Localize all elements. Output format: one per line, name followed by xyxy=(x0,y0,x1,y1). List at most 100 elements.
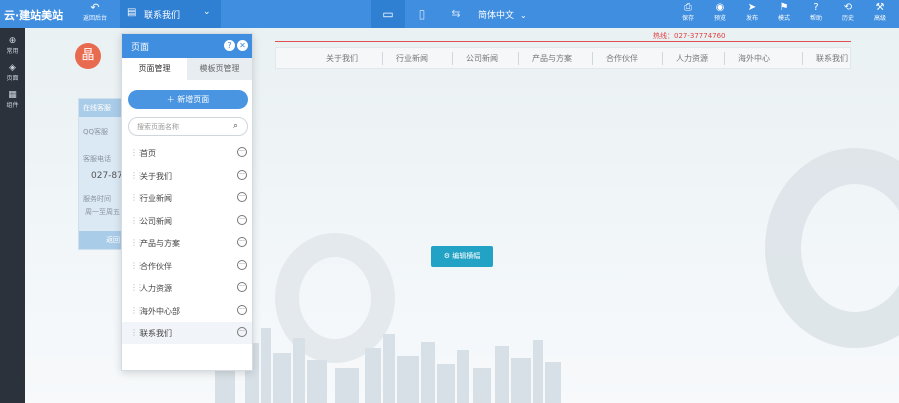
page-list-item[interactable]: ⋮⋮ 关于我们 ··· xyxy=(122,165,252,187)
toolbar-button-label: 模式 xyxy=(777,15,790,22)
toolbar-flag-button[interactable]: ⚑ 模式 xyxy=(768,2,800,26)
nav-separator xyxy=(452,52,453,65)
page-list-item[interactable]: ⋮⋮ 行业新闻 ··· xyxy=(122,187,252,209)
search-icon[interactable]: ⌕ xyxy=(233,121,238,131)
tablet-view-button[interactable]: ▯ xyxy=(405,0,439,28)
add-page-button[interactable]: ＋ 新增页面 xyxy=(128,90,248,109)
toolbar-help-button[interactable]: ? 帮助 xyxy=(800,2,832,26)
page-list-item[interactable]: ⋮⋮ 首页 ··· xyxy=(122,142,252,164)
sync-icon: ⇆ xyxy=(451,7,461,20)
save-icon: ⎙ xyxy=(684,2,692,13)
page-name: 人力资源 xyxy=(140,284,172,293)
more-options-icon[interactable]: ··· xyxy=(237,282,247,292)
left-rail: ⊕ 常用 ◈ 页面 ▦ 组件 xyxy=(0,28,25,403)
toolbar-button-label: 发布 xyxy=(745,15,758,22)
close-icon[interactable]: ✕ xyxy=(237,40,248,51)
toolbar-button-label: 保存 xyxy=(681,15,694,22)
toolbar-button-label: 高级 xyxy=(873,15,886,22)
toolbar-history-button[interactable]: ⟲ 历史 xyxy=(832,2,864,26)
more-options-icon[interactable]: ··· xyxy=(237,259,247,270)
toolbar-button-label: 历史 xyxy=(841,15,854,22)
nav-separator xyxy=(662,52,663,65)
current-page-dropdown[interactable]: ▤ 联系我们 ⌄ xyxy=(120,0,221,28)
qq-service-link[interactable]: QQ客服 xyxy=(83,127,108,137)
nav-separator xyxy=(382,52,383,65)
more-options-icon[interactable]: ··· xyxy=(237,147,247,157)
page-name: 公司新闻 xyxy=(140,216,172,226)
more-options-icon[interactable]: ··· xyxy=(237,169,247,180)
tab-page-management[interactable]: 页面管理 xyxy=(122,58,187,80)
site-navigation: 关于我们 行业新闻 公司新闻 产品与方案 合作伙伴 人力资源 海外中心 联系我们 xyxy=(275,47,851,69)
service-title: 在线客服 xyxy=(83,104,111,112)
page-icon: ▤ xyxy=(127,7,137,18)
send-icon: ➤ xyxy=(747,2,757,13)
site-nav-item[interactable]: 海外中心 xyxy=(738,53,770,64)
help-icon: ? xyxy=(813,2,819,13)
toolbar-hammer-button[interactable]: ⚒ 高级 xyxy=(864,2,896,26)
more-options-icon[interactable]: ··· xyxy=(237,304,247,315)
help-icon[interactable]: ? xyxy=(224,40,235,51)
page-list-item[interactable]: ⋮⋮ 公司新闻 ··· xyxy=(122,210,252,232)
eye-icon: ◉ xyxy=(715,2,725,13)
site-nav-item[interactable]: 公司新闻 xyxy=(466,53,498,64)
rail-item-2[interactable]: ▦ 组件 xyxy=(0,90,25,112)
decorative-letter-e xyxy=(765,148,899,348)
site-nav-item[interactable]: 行业新闻 xyxy=(396,53,428,64)
mobile-sync-button[interactable]: ⇆ xyxy=(439,0,473,28)
history-icon: ⟲ xyxy=(843,2,853,13)
site-nav-item[interactable]: 产品与方案 xyxy=(532,53,572,64)
page-name: 首页 xyxy=(140,149,156,158)
page-search: ⌕ xyxy=(128,117,248,136)
more-options-icon[interactable]: ··· xyxy=(237,327,247,337)
add-page-label: 新增页面 xyxy=(177,95,210,104)
hammer-icon: ⚒ xyxy=(875,2,885,13)
page-list-item[interactable]: ⋮⋮ 联系我们 ··· xyxy=(122,322,252,344)
language-label: 简体中文 xyxy=(478,11,515,21)
brand-logo: 云·建站美站 xyxy=(4,9,64,22)
rail-item-1[interactable]: ◈ 页面 xyxy=(0,63,25,85)
page-list-item[interactable]: ⋮⋮ 产品与方案 ··· xyxy=(122,232,252,254)
toolbar-button-label: 帮助 xyxy=(809,15,822,22)
nav-separator xyxy=(724,52,725,65)
rail-item-label: 页面 xyxy=(6,75,19,82)
page-name: 行业新闻 xyxy=(140,194,172,203)
chevron-down-icon: ⌄ xyxy=(520,11,527,20)
toolbar-send-button[interactable]: ➤ 发布 xyxy=(736,2,768,26)
more-options-icon[interactable]: ··· xyxy=(237,237,247,247)
page-list-item[interactable]: ⋮⋮ 人力资源 ··· xyxy=(122,277,252,299)
plus-circle-icon: ⊕ xyxy=(8,36,17,46)
desktop-view-button[interactable]: ▭ xyxy=(371,0,405,28)
back-to-admin-button[interactable]: ↶ 返回后台 xyxy=(76,2,114,26)
tablet-icon: ▯ xyxy=(418,7,426,21)
edit-banner-button[interactable]: ⚙ 编辑横幅 xyxy=(431,246,493,267)
monitor-icon: ▭ xyxy=(382,7,394,21)
edit-banner-label: 编辑横幅 xyxy=(452,252,481,260)
site-nav-item[interactable]: 联系我们 xyxy=(816,53,848,64)
gear-icon: ⚙ xyxy=(443,252,453,260)
rail-item-0[interactable]: ⊕ 常用 xyxy=(0,36,25,58)
top-toolbar: 云·建站美站 ↶ 返回后台 ▤ 联系我们 ⌄ ▭ ▯ ⇆ 简体中文 ⌄ ⎙ 保存 ◉ 预… xyxy=(0,0,899,28)
popup-header: 页面 ? ✕ xyxy=(122,34,252,58)
undo-icon: ↶ xyxy=(90,1,100,14)
more-options-icon[interactable]: ··· xyxy=(237,192,247,202)
grid-icon: ▦ xyxy=(8,90,17,100)
site-nav-item[interactable]: 关于我们 xyxy=(326,53,358,64)
language-dropdown[interactable]: 简体中文 ⌄ xyxy=(478,8,527,21)
more-options-icon[interactable]: ··· xyxy=(237,214,247,225)
tab-template-management[interactable]: 模板页管理 xyxy=(187,58,252,80)
back-to-admin-label: 返回后台 xyxy=(82,15,107,22)
nav-separator xyxy=(802,52,803,65)
site-nav-item[interactable]: 人力资源 xyxy=(676,53,708,64)
site-nav-item[interactable]: 合作伙伴 xyxy=(606,53,638,64)
toolbar-button-label: 预览 xyxy=(713,15,726,22)
page-list-item[interactable]: ⋮⋮ 合作伙伴 ··· xyxy=(122,255,252,277)
tel-label: 客服电话 xyxy=(83,155,111,163)
popup-title: 页面 xyxy=(131,43,150,53)
toolbar-eye-button[interactable]: ◉ 预览 xyxy=(704,2,736,26)
page-name: 联系我们 xyxy=(140,329,172,338)
site-hotline: 热线：027-37774760 xyxy=(653,32,726,40)
page-search-input[interactable] xyxy=(137,121,227,133)
site-logo-icon: 晶 xyxy=(75,43,101,69)
toolbar-save-button[interactable]: ⎙ 保存 xyxy=(672,2,704,26)
page-list-item[interactable]: ⋮⋮ 海外中心部 ··· xyxy=(122,300,252,322)
